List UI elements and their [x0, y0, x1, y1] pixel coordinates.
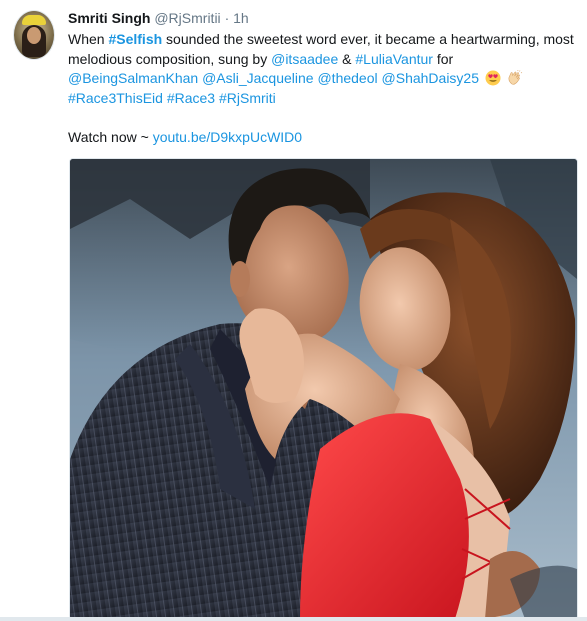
mention-asli-jacqueline[interactable]: @Asli_Jacqueline [202, 70, 314, 86]
tweet-timestamp[interactable]: 1h [233, 10, 249, 26]
tweet-line-4: #Race3ThisEid #Race3 #RjSmriti [68, 89, 578, 109]
mention-shahdaisy25[interactable]: @ShahDaisy25 [382, 70, 480, 86]
author-name[interactable]: Smriti Singh [68, 10, 150, 26]
mention-beingsalmankhan[interactable]: @BeingSalmanKhan [68, 70, 198, 86]
tweet-media-photo[interactable] [69, 158, 578, 620]
hashtag-race3thiseid[interactable]: #Race3ThisEid [68, 90, 163, 106]
heart-eyes-emoji [485, 70, 501, 86]
tweet-line-3: @BeingSalmanKhan @Asli_Jacqueline @thede… [68, 69, 578, 89]
avatar[interactable] [13, 10, 55, 60]
hashtag-rjsmriti[interactable]: #RjSmriti [219, 90, 276, 106]
watch-now-label: Watch now ~ [68, 128, 153, 145]
separator-dot: · [224, 10, 230, 26]
hashtag-luliavantur[interactable]: #LuliaVantur [355, 51, 433, 67]
hashtag-race3[interactable]: #Race3 [167, 90, 215, 106]
photo-illustration [70, 159, 577, 619]
youtube-link[interactable]: youtu.be/D9kxpUcWID0 [153, 129, 302, 145]
bottom-divider [0, 617, 587, 621]
tweet-header: Smriti Singh @RjSmritii · 1h [68, 9, 249, 27]
tweet-line-2: melodious composition, sung by @itsaadee… [68, 50, 454, 67]
tweet-line-1: When #Selfish sounded the sweetest word … [68, 31, 574, 47]
author-handle[interactable]: @RjSmritii [154, 10, 220, 26]
clapping-hands-emoji [508, 70, 522, 85]
tweet-line-watch: Watch now ~ youtu.be/D9kxpUcWID0 [68, 128, 578, 148]
mention-itsaadee[interactable]: @itsaadee [271, 51, 338, 67]
hashtag-selfish[interactable]: #Selfish [108, 31, 162, 47]
mention-thedeol[interactable]: @thedeol [317, 70, 377, 86]
tweet-text: When #Selfish sounded the sweetest word … [68, 30, 578, 147]
tweet-card[interactable]: Smriti Singh @RjSmritii · 1h When #Selfi… [0, 0, 587, 621]
